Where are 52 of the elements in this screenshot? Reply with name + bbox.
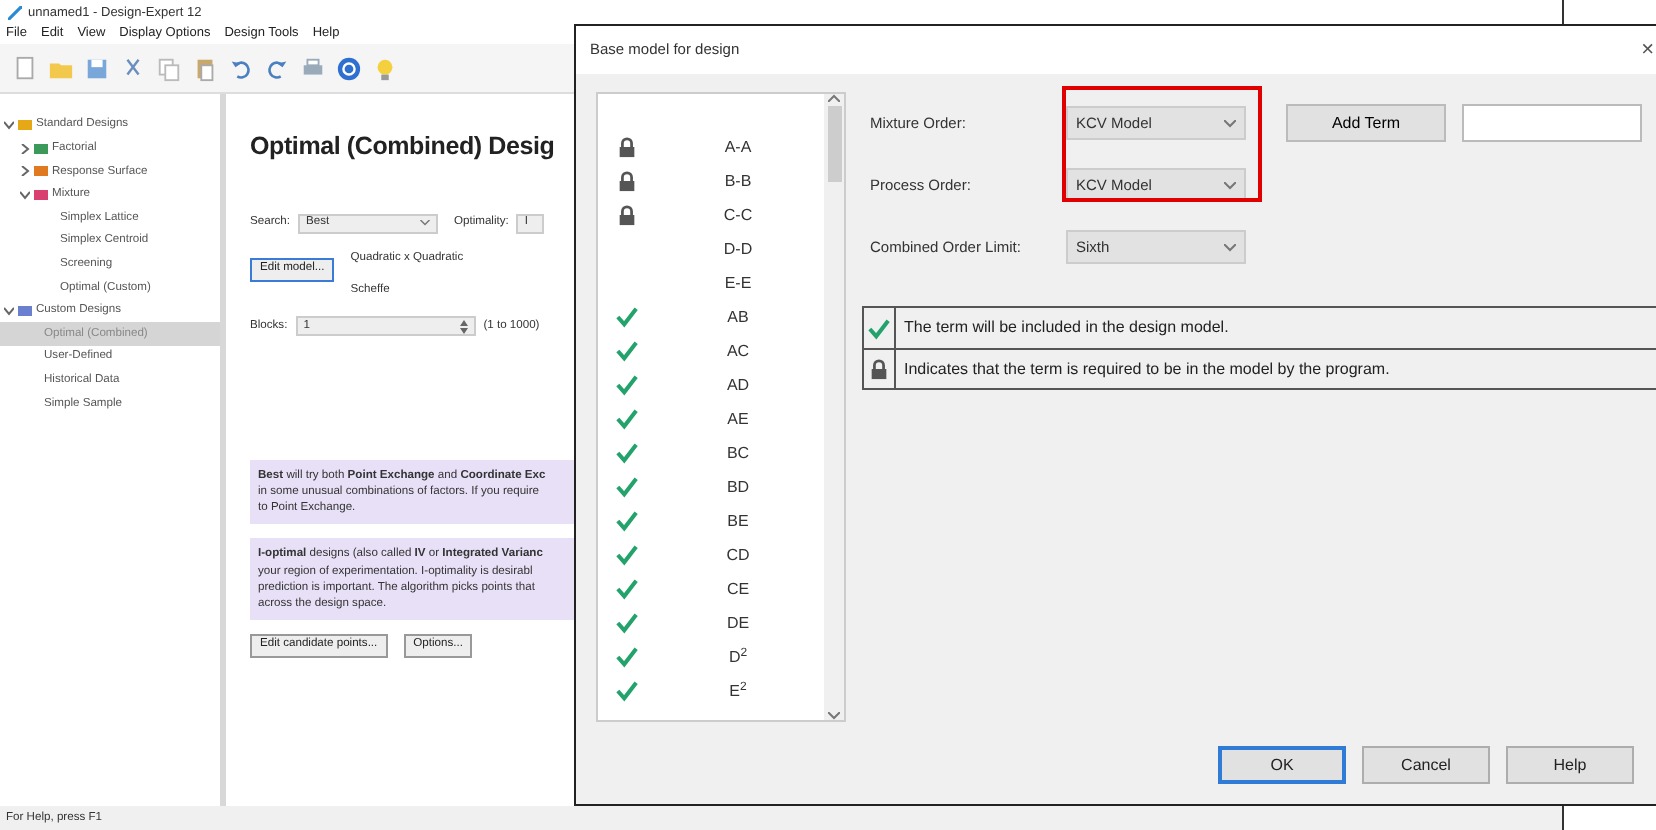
term-label: CD bbox=[724, 543, 752, 567]
chevron-down-icon[interactable] bbox=[4, 120, 14, 131]
term-label: C-C bbox=[721, 203, 755, 227]
term-label: AB bbox=[725, 305, 751, 329]
new-file-icon[interactable] bbox=[12, 55, 38, 81]
chevron-down-icon[interactable] bbox=[4, 306, 14, 317]
dialog-button[interactable]: Help bbox=[1506, 746, 1634, 784]
scroll-down-icon[interactable] bbox=[828, 712, 840, 720]
term-label: D-D bbox=[721, 237, 755, 261]
term-label: CE bbox=[724, 577, 752, 601]
dialog-button[interactable]: OK bbox=[1218, 746, 1346, 784]
chevron-down-icon bbox=[1224, 181, 1236, 190]
scrollbar-thumb[interactable] bbox=[827, 106, 841, 182]
lightbulb-icon[interactable] bbox=[372, 55, 398, 81]
chevron-down-icon bbox=[419, 220, 430, 227]
close-button[interactable]: × bbox=[1641, 33, 1654, 67]
undo-icon[interactable] bbox=[228, 55, 254, 81]
chevron-down-icon bbox=[1224, 243, 1236, 252]
term-label: E$^{2}$ bbox=[727, 679, 749, 703]
scroll-up-icon[interactable] bbox=[828, 94, 840, 102]
term-label: BC bbox=[724, 441, 752, 465]
category-icon bbox=[18, 304, 32, 319]
paste-icon[interactable] bbox=[192, 55, 218, 81]
term-list[interactable]: A-A B-B C-C D-D E-E AB AC AD AE BC BD BE CD CE DE D$^{2}$ E$^{2}$ bbox=[596, 92, 846, 722]
term-label: AE bbox=[725, 407, 751, 431]
dialog-button[interactable]: Cancel bbox=[1362, 746, 1490, 784]
term-input-field[interactable] bbox=[1462, 104, 1642, 142]
legend-text: The term will be included in the design model. bbox=[902, 316, 1229, 340]
legend-text: Indicates that the term is required to be in the model by the program. bbox=[902, 357, 1390, 382]
term-label: A-A bbox=[722, 135, 754, 159]
page-heading: Optimal (Combined) Desig bbox=[250, 130, 555, 164]
term-label: D$^{2}$ bbox=[726, 645, 750, 669]
app-icon bbox=[8, 6, 22, 20]
term-label: BD bbox=[724, 475, 752, 499]
chevron-right-icon[interactable] bbox=[20, 166, 30, 177]
term-label: DE bbox=[724, 611, 752, 635]
spinner-arrows-icon[interactable] bbox=[459, 319, 468, 334]
chevron-right-icon[interactable] bbox=[20, 143, 30, 154]
print-icon[interactable] bbox=[300, 55, 326, 81]
redo-icon[interactable] bbox=[264, 55, 290, 81]
chevron-down-icon[interactable] bbox=[20, 190, 30, 201]
term-label: E-E bbox=[722, 271, 754, 295]
term-label: AD bbox=[724, 373, 752, 397]
save-icon[interactable] bbox=[84, 55, 110, 81]
term-label: BE bbox=[725, 509, 751, 533]
term-label: AC bbox=[724, 339, 752, 363]
term-label: B-B bbox=[722, 169, 754, 193]
chevron-down-icon bbox=[1224, 119, 1236, 128]
copy-icon[interactable] bbox=[156, 55, 182, 81]
add-term-button[interactable]: Add Term bbox=[1286, 104, 1446, 142]
scrollbar[interactable] bbox=[824, 94, 844, 720]
help-icon[interactable] bbox=[336, 55, 362, 81]
